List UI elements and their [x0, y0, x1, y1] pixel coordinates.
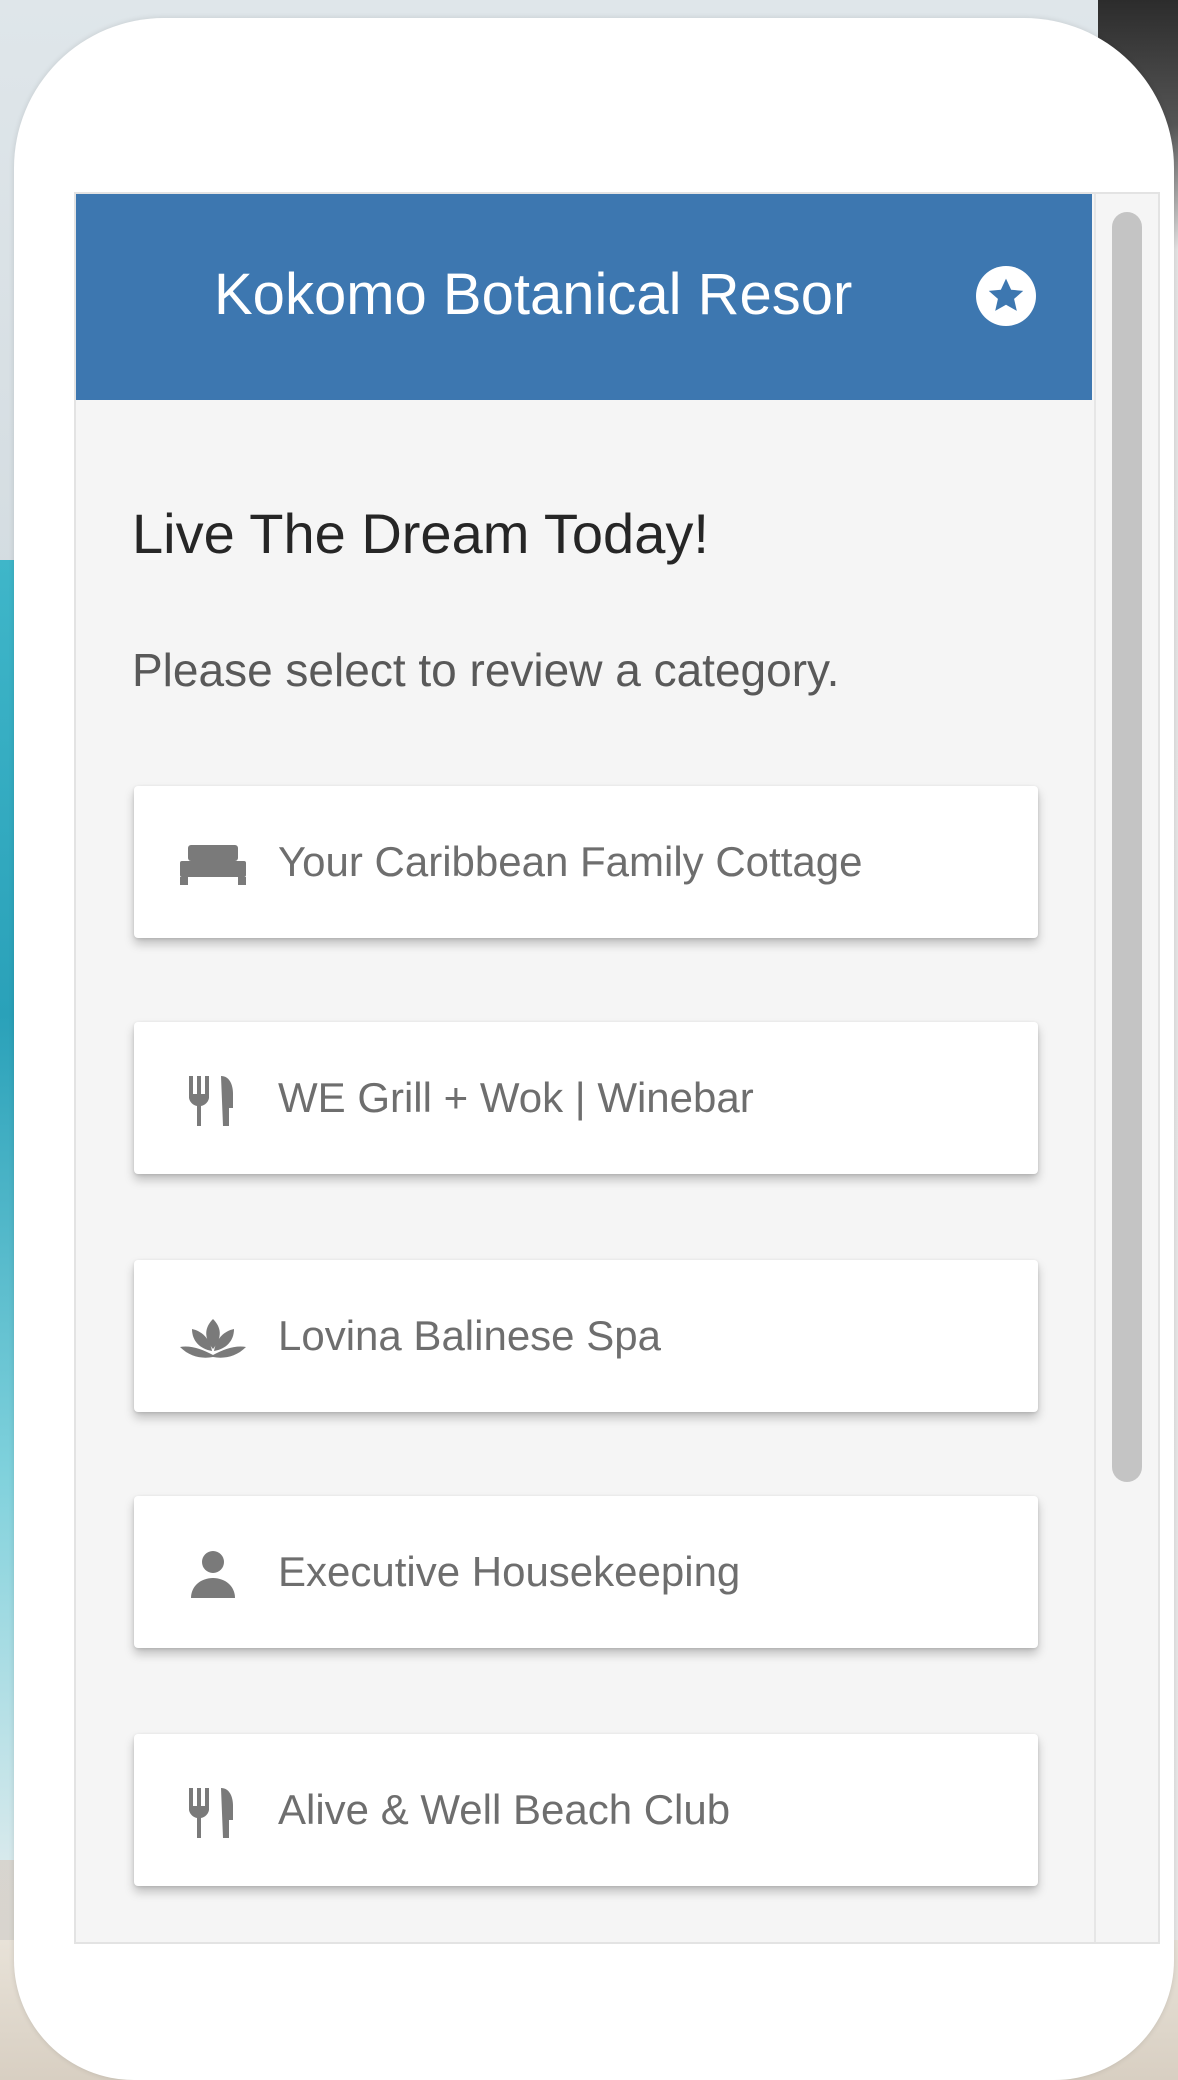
lotus-icon — [178, 1310, 248, 1366]
scrollbar-thumb[interactable] — [1112, 212, 1142, 1482]
bed-icon — [178, 836, 248, 892]
app-window: Kokomo Botanical Resor Live The Dream To… — [74, 192, 1160, 1944]
category-card-cottage[interactable]: Your Caribbean Family Cottage — [134, 786, 1038, 938]
page-subheading: Please select to review a category. — [132, 644, 840, 696]
category-card-housekeeping[interactable]: Executive Housekeeping — [134, 1496, 1038, 1648]
page-heading: Live The Dream Today! — [132, 502, 709, 565]
app-header: Kokomo Botanical Resor — [76, 194, 1092, 400]
category-label: WE Grill + Wok | Winebar — [278, 1074, 754, 1121]
category-label: Your Caribbean Family Cottage — [278, 838, 863, 885]
star-circle-icon[interactable] — [976, 266, 1036, 326]
category-card-beach-club[interactable]: Alive & Well Beach Club — [134, 1734, 1038, 1886]
category-label: Alive & Well Beach Club — [278, 1786, 731, 1833]
utensils-icon — [178, 1784, 248, 1840]
category-card-spa[interactable]: Lovina Balinese Spa — [134, 1260, 1038, 1412]
category-label: Executive Housekeeping — [278, 1548, 741, 1595]
utensils-icon — [178, 1072, 248, 1128]
category-card-grill-wok[interactable]: WE Grill + Wok | Winebar — [134, 1022, 1038, 1174]
category-label: Lovina Balinese Spa — [278, 1312, 661, 1359]
phone-frame: Kokomo Botanical Resor Live The Dream To… — [14, 18, 1174, 2080]
resort-title: Kokomo Botanical Resor — [214, 262, 853, 327]
person-icon — [178, 1546, 248, 1602]
